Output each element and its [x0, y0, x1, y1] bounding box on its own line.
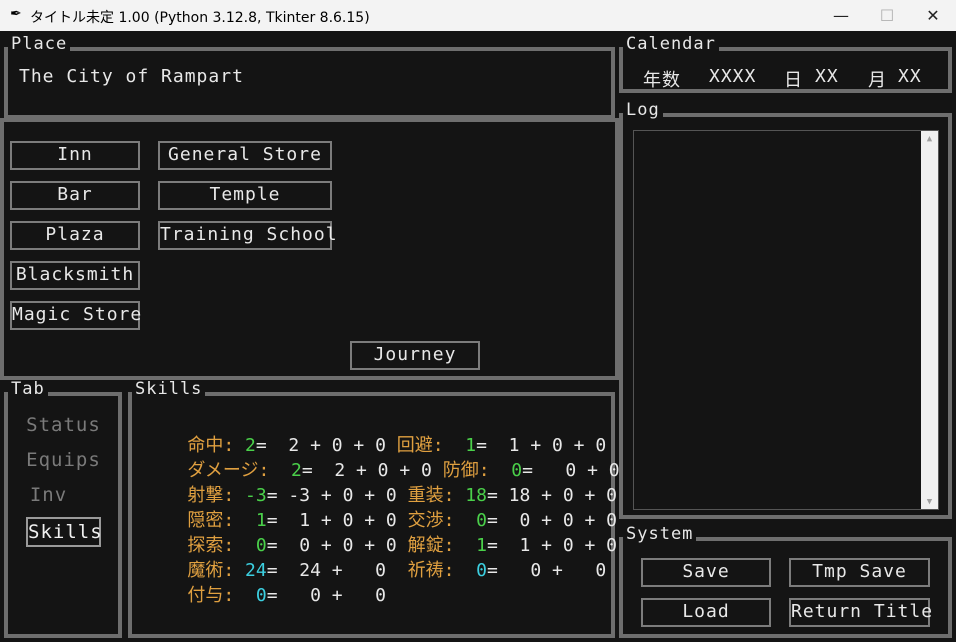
log-frame-label: Log: [623, 101, 663, 119]
tab-inv[interactable]: Inv: [26, 482, 71, 512]
inn-button[interactable]: Inn: [10, 141, 140, 170]
calendar-day-value: XX: [815, 66, 839, 87]
calendar-frame-label: Calendar: [623, 35, 719, 53]
tab-skills[interactable]: Skills: [26, 517, 102, 547]
place-frame-label: Place: [8, 35, 71, 53]
skill-row: 付与: 0= 0 + 0: [187, 585, 386, 606]
calendar-month-label: 月: [868, 70, 887, 91]
save-button[interactable]: Save: [641, 558, 771, 587]
skill-row: 探索: 0= 0 + 0 + 0 解錠: 1= 1 + 0 + 0: [187, 535, 618, 556]
skills-frame-label: Skills: [132, 380, 206, 398]
temple-button[interactable]: Temple: [158, 181, 332, 210]
general-store-button[interactable]: General Store: [158, 141, 332, 170]
close-button[interactable]: ✕: [910, 0, 956, 31]
skill-row: ダメージ: 2= 2 + 0 + 0 防御: 0= 0 + 0: [187, 460, 620, 481]
scroll-up-arrow-icon[interactable]: ▲: [921, 134, 938, 144]
skill-row: 隠密: 1= 1 + 0 + 0 交渉: 0= 0 + 0 + 0: [187, 510, 618, 531]
plaza-button[interactable]: Plaza: [10, 221, 140, 250]
calendar-year-value: XXXX: [709, 66, 757, 87]
magic-store-button[interactable]: Magic Store: [10, 301, 141, 330]
place-name: The City of Rampart: [19, 66, 244, 87]
calendar-day-label: 日: [784, 70, 803, 91]
load-button[interactable]: Load: [641, 598, 771, 627]
maximize-button[interactable]: ☐: [864, 0, 910, 31]
log-scrollbar[interactable]: ▲ ▼: [921, 131, 938, 509]
blacksmith-button[interactable]: Blacksmith: [10, 261, 140, 290]
tab-frame-label: Tab: [8, 380, 48, 398]
window-titlebar: ✒ タイトル未定 1.00 (Python 3.12.8, Tkinter 8.…: [0, 0, 956, 31]
system-frame-label: System: [623, 525, 697, 543]
window-title: タイトル未定 1.00 (Python 3.12.8, Tkinter 8.6.…: [30, 10, 370, 26]
skill-row: 命中: 2= 2 + 0 + 0 回避: 1= 1 + 0 + 0: [187, 435, 607, 456]
tmp-save-button[interactable]: Tmp Save: [789, 558, 930, 587]
calendar-year-label: 年数: [643, 70, 681, 91]
journey-button[interactable]: Journey: [350, 341, 480, 370]
return-title-button[interactable]: Return Title: [789, 598, 932, 627]
feather-icon: ✒: [10, 6, 22, 22]
skill-row: 魔術: 24= 24 + 0 祈祷: 0= 0 + 0: [187, 560, 607, 581]
log-text-area[interactable]: [633, 130, 939, 510]
bar-button[interactable]: Bar: [10, 181, 140, 210]
calendar-month-value: XX: [898, 66, 922, 87]
scroll-down-arrow-icon[interactable]: ▼: [921, 497, 938, 507]
tab-equips[interactable]: Equips: [26, 447, 101, 477]
minimize-button[interactable]: —: [818, 0, 864, 31]
tab-status[interactable]: Status: [26, 412, 101, 442]
training-school-button[interactable]: Training School: [158, 221, 337, 250]
skill-row: 射撃: -3= -3 + 0 + 0 重装: 18= 18 + 0 + 0: [187, 485, 618, 506]
